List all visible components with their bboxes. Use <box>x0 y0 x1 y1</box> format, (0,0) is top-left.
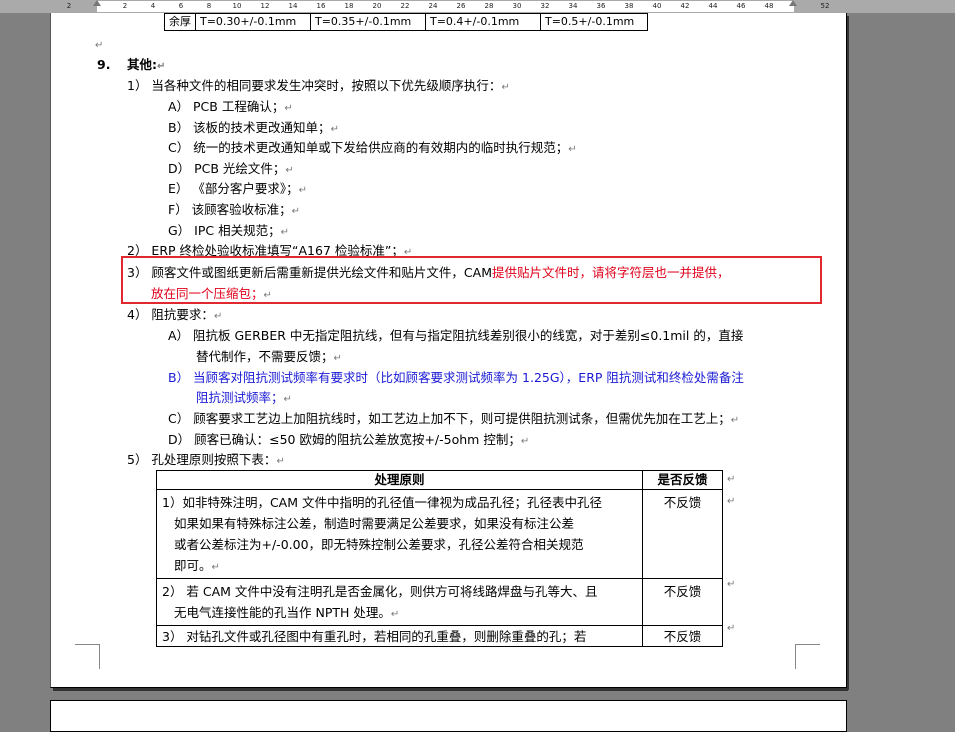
ruler-tick-label: 14 <box>288 2 298 10</box>
table-row: 1）如非特殊注明，CAM 文件中指明的孔径值一律视为成品孔径；孔径表中孔径 如果… <box>156 489 723 579</box>
table-cell: T=0.30+/-0.1mm <box>195 13 311 31</box>
red-highlight-box <box>121 256 822 304</box>
table-cell: 不反馈 <box>642 489 723 579</box>
ruler-tick-label: 32 <box>540 2 550 10</box>
page-shadow <box>53 688 848 691</box>
table-cell: 3） 对钻孔文件或孔径图中有重孔时，若相同的孔重叠，则删除重叠的孔；若 <box>156 625 643 647</box>
list-item-4: 4） 阻抗要求：↵ <box>127 307 223 322</box>
list-subitem: D） PCB 光绘文件；↵ <box>168 161 294 176</box>
ruler-tick-label: 34 <box>568 2 578 10</box>
table-cell: T=0.5+/-0.1mm <box>540 13 648 31</box>
end-of-row-mark: ↵ <box>727 496 736 507</box>
list-subitem: E） 《部分客户要求》；↵ <box>168 181 308 196</box>
document-page[interactable]: 余厚 T=0.30+/-0.1mm T=0.35+/-0.1mm T=0.4+/… <box>50 13 847 688</box>
page-corner-mark <box>795 644 820 669</box>
hole-processing-table: 处理原则 是否反馈 1）如非特殊注明，CAM 文件中指明的孔径值一律视为成品孔径… <box>156 470 723 647</box>
ruler-tick-label: 40 <box>652 2 662 10</box>
cell-line: 或者公差标注为+/-0.00，即无特殊控制公差要求，孔径公差符合相关规范 <box>174 537 584 552</box>
ruler-tick-label: 12 <box>260 2 270 10</box>
ruler-tick-label: 2 <box>122 2 128 10</box>
table-cell: 不反馈 <box>642 625 723 647</box>
ruler-tick-label: 26 <box>456 2 466 10</box>
ruler-tick-label: 42 <box>680 2 690 10</box>
list-subitem: C） 统一的技术更改通知单或下发给供应商的有效期内的临时执行规范；↵ <box>168 140 577 155</box>
cell-line: 即可。↵ <box>174 558 220 573</box>
page-corner-mark <box>75 644 100 669</box>
horizontal-ruler[interactable]: 2 2 4 6 8 10 12 14 16 18 20 22 24 26 28 30 32 34 36 38 40 42 4… <box>0 0 955 13</box>
ruler-tick-label: 4 <box>150 2 156 10</box>
table-row: 3） 对钻孔文件或孔径图中有重孔时，若相同的孔重叠，则删除重叠的孔；若 不反馈 <box>156 625 723 647</box>
right-indent-marker[interactable] <box>789 0 797 6</box>
section-number: 9. <box>97 57 111 72</box>
end-of-row-mark: ↵ <box>727 579 736 590</box>
list-subitem: F） 该顾客验收标准；↵ <box>168 202 301 217</box>
list-subitem: B） 该板的技术更改通知单；↵ <box>168 120 339 135</box>
section-title: 其他:↵ <box>127 57 166 72</box>
ruler-tick-label: 48 <box>764 2 774 10</box>
ruler-tick-label: 24 <box>428 2 438 10</box>
ruler-tick-label: 6 <box>178 2 184 10</box>
list-subitem: A） 阻抗板 GERBER 中无指定阻抗线，但有与指定阻抗线差别很小的线宽，对于… <box>168 328 744 343</box>
table-header: 是否反馈 <box>642 470 723 490</box>
table-cell: 2） 若 CAM 文件中没有注明孔是否金属化，则供方可将线路焊盘与孔等大、且 无… <box>156 578 643 626</box>
table-cell: 1）如非特殊注明，CAM 文件中指明的孔径值一律视为成品孔径；孔径表中孔径 如果… <box>156 489 643 579</box>
thickness-table-fragment: 余厚 T=0.30+/-0.1mm T=0.35+/-0.1mm T=0.4+/… <box>164 13 648 31</box>
cell-line: 无电气连接性能的孔当作 NPTH 处理。↵ <box>174 605 400 620</box>
list-subitem: A） PCB 工程确认；↵ <box>168 99 293 114</box>
left-indent-marker[interactable] <box>93 0 101 6</box>
list-item-1: 1） 当各种文件的相同要求发生冲突时，按照以下优先级顺序执行：↵ <box>127 78 510 93</box>
cell-line: 如果如果有特殊标注公差，制造时需要满足公差要求，如果没有标注公差 <box>174 516 575 531</box>
end-of-row-mark: ↵ <box>727 623 736 634</box>
ruler-tick-label: 22 <box>400 2 410 10</box>
ruler-tick-label: 10 <box>232 2 242 10</box>
ruler-tick-label: 8 <box>206 2 212 10</box>
list-subitem: G） IPC 相关规范；↵ <box>168 223 289 238</box>
cell-line: 1）如非特殊注明，CAM 文件中指明的孔径值一律视为成品孔径；孔径表中孔径 <box>162 495 602 510</box>
ruler-tick-label: 36 <box>596 2 606 10</box>
ruler-tick-label: 20 <box>372 2 382 10</box>
list-subitem: B） 当顾客对阻抗测试频率有要求时（比如顾客要求测试频率为 1.25G），ERP… <box>168 370 744 385</box>
ruler-tick-label: 28 <box>484 2 494 10</box>
ruler-tick-label: 46 <box>736 2 746 10</box>
list-subitem-continued: 替代制作，不需要反馈；↵ <box>196 349 342 364</box>
ruler-tick-label: 38 <box>624 2 634 10</box>
table-cell: 不反馈 <box>642 578 723 626</box>
ruler-tick-label: 2 <box>66 2 72 10</box>
cell-line: 2） 若 CAM 文件中没有注明孔是否金属化，则供方可将线路焊盘与孔等大、且 <box>162 584 598 599</box>
list-subitem: C） 顾客要求工艺边上加阻抗线时，如工艺边上加不下，则可提供阻抗测试条，但需优先… <box>168 411 740 426</box>
ruler-tick-label: 18 <box>344 2 354 10</box>
end-of-row-mark: ↵ <box>727 474 736 485</box>
table-cell: 余厚 <box>164 13 196 31</box>
ruler-tick-label: 52 <box>820 2 830 10</box>
paragraph-mark: ↵ <box>95 40 104 51</box>
list-subitem: D） 顾客已确认：≤50 欧姆的阻抗公差放宽按+/-5ohm 控制；↵ <box>168 432 530 447</box>
table-header: 处理原则 <box>156 470 643 490</box>
ruler-tick-label: 44 <box>708 2 718 10</box>
next-page[interactable] <box>50 700 847 732</box>
list-subitem-continued: 阻抗测试频率；↵ <box>196 390 292 405</box>
table-row: 2） 若 CAM 文件中没有注明孔是否金属化，则供方可将线路焊盘与孔等大、且 无… <box>156 578 723 626</box>
table-cell: T=0.35+/-0.1mm <box>310 13 426 31</box>
list-item-5: 5） 孔处理原则按照下表：↵ <box>127 452 285 467</box>
table-cell: T=0.4+/-0.1mm <box>425 13 541 31</box>
ruler-tick-label: 16 <box>316 2 326 10</box>
ruler-tick-label: 30 <box>512 2 522 10</box>
